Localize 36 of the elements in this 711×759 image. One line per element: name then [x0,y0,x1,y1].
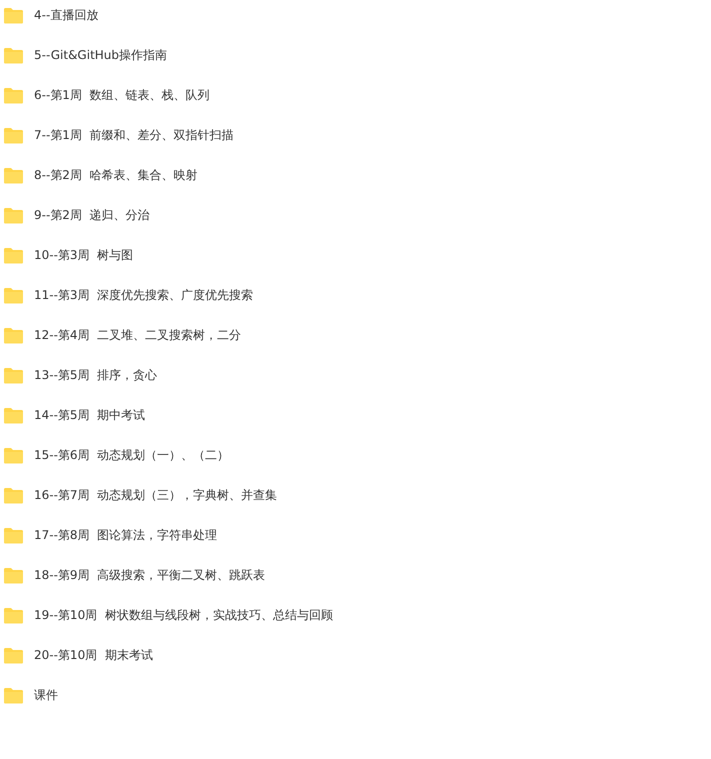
folder-name[interactable]: 课件 [34,686,58,704]
folder-icon[interactable] [3,126,24,144]
folder-icon[interactable] [3,206,24,224]
folder-name[interactable]: 14--第5周 期中考试 [34,406,146,424]
folder-name[interactable]: 15--第6周 动态规划（一）、（二） [34,446,230,464]
folder-icon[interactable] [3,566,24,584]
folder-icon[interactable] [3,686,24,704]
folder-name[interactable]: 6--第1周 数组、链表、栈、队列 [34,86,210,104]
folder-name[interactable]: 12--第4周 二叉堆、二叉搜索树，二分 [34,326,242,344]
folder-icon[interactable] [3,46,24,64]
folder-icon[interactable] [3,526,24,544]
folder-icon[interactable] [3,446,24,464]
folder-name[interactable]: 9--第2周 递归、分治 [34,206,150,224]
folder-name[interactable]: 11--第3周 深度优先搜索、广度优先搜索 [34,286,254,304]
folder-icon[interactable] [3,6,24,24]
folder-name[interactable]: 20--第10周 期末考试 [34,646,153,664]
folder-name[interactable]: 17--第8周 图论算法，字符串处理 [34,526,218,544]
folder-name[interactable]: 5--Git&GitHub操作指南 [34,46,168,64]
folder-icon[interactable] [3,166,24,184]
folder-icon[interactable] [3,646,24,664]
folder-name[interactable]: 13--第5周 排序，贪心 [34,366,158,384]
folder-name[interactable]: 4--直播回放 [34,6,98,24]
folder-name[interactable]: 19--第10周 树状数组与线段树，实战技巧、总结与回顾 [34,606,333,624]
folder-icon[interactable] [3,606,24,624]
folder-name[interactable]: 10--第3周 树与图 [34,246,134,264]
folder-icon[interactable] [3,86,24,104]
folder-name[interactable]: 16--第7周 动态规划（三），字典树、并查集 [34,486,278,504]
folder-name[interactable]: 7--第1周 前缀和、差分、双指针扫描 [34,126,234,144]
folder-icon[interactable] [3,286,24,304]
folder-icon[interactable] [3,246,24,264]
folder-icon[interactable] [3,406,24,424]
folder-name[interactable]: 8--第2周 哈希表、集合、映射 [34,166,198,184]
folder-name[interactable]: 18--第9周 高级搜索，平衡二叉树、跳跃表 [34,566,266,584]
folder-icon[interactable] [3,366,24,384]
folder-icon[interactable] [3,486,24,504]
folder-icon[interactable] [3,326,24,344]
